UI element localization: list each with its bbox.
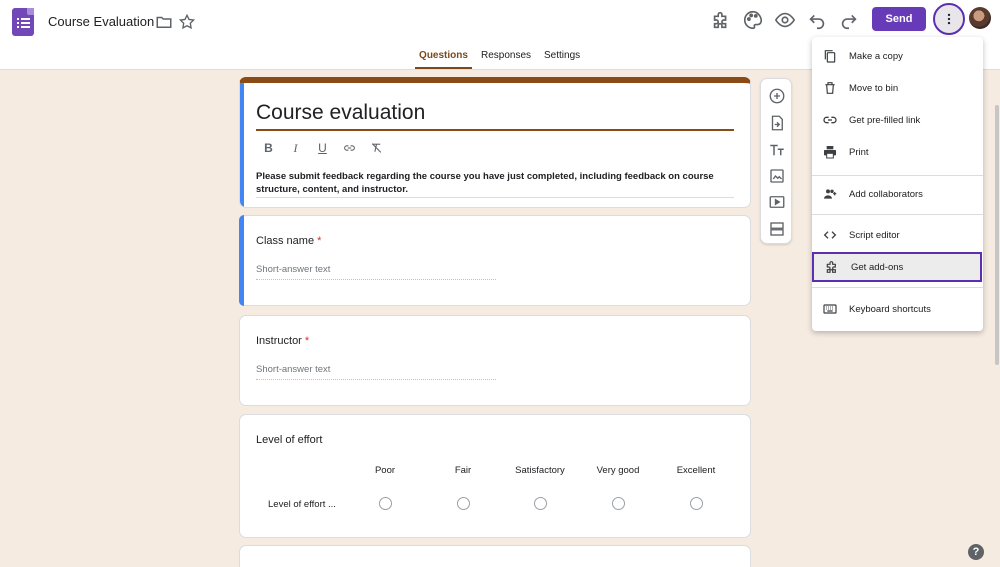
bold-button[interactable]: B (262, 141, 275, 155)
copy-icon (824, 50, 836, 63)
grid-radio-excellent[interactable] (690, 497, 703, 510)
title-underline (256, 129, 734, 131)
add-image-icon[interactable] (768, 167, 786, 185)
grid-radio-fair[interactable] (457, 497, 470, 510)
menu-divider (812, 175, 983, 176)
question-card-instructor[interactable]: Instructor * Short-answer text (239, 315, 751, 406)
menu-item-print[interactable]: Print (812, 137, 983, 167)
puzzle-icon (826, 261, 836, 273)
more-options-button[interactable] (933, 3, 965, 35)
trash-icon (825, 82, 835, 94)
grid-column-header: Very good (596, 465, 640, 476)
printer-icon (824, 146, 836, 159)
star-icon[interactable] (178, 13, 196, 31)
required-asterisk: * (317, 235, 322, 247)
add-video-icon[interactable] (768, 193, 786, 211)
add-question-icon[interactable] (768, 87, 786, 105)
question-title: Class name * (256, 235, 322, 247)
grid-radio-very-good[interactable] (612, 497, 625, 510)
add-people-icon (824, 189, 837, 199)
question-card-level-of-effort[interactable]: Level of effort Poor Fair Satisfactory V… (239, 414, 751, 538)
preview-eye-icon[interactable] (774, 9, 796, 31)
question-card-class-name[interactable]: Class name * Short-answer text (239, 215, 751, 306)
description-underline (256, 197, 734, 198)
help-icon[interactable]: ? (968, 544, 984, 560)
menu-item-get-pre-filled-link[interactable]: Get pre-filled link (812, 105, 983, 135)
underline-button[interactable]: U (316, 141, 329, 155)
keyboard-icon (823, 304, 837, 314)
tab-settings[interactable]: Settings (544, 50, 580, 69)
side-toolbar (760, 78, 792, 244)
scrollbar[interactable] (995, 105, 999, 365)
add-title-icon[interactable] (768, 141, 786, 159)
more-options-menu: Make a copy Move to bin Get pre-filled l… (812, 37, 983, 331)
active-card-indicator (240, 83, 244, 207)
grid-row-label: Level of effort ... (268, 499, 336, 510)
clear-formatting-icon[interactable] (370, 141, 383, 155)
menu-item-get-add-ons[interactable]: Get add-ons (812, 252, 982, 282)
avatar[interactable] (969, 7, 991, 29)
short-answer-input[interactable]: Short-answer text (256, 364, 496, 380)
menu-item-keyboard-shortcuts[interactable]: Keyboard shortcuts (812, 294, 983, 324)
folder-icon[interactable] (155, 13, 173, 31)
menu-item-add-collaborators[interactable]: Add collaborators (812, 179, 983, 209)
send-button[interactable]: Send (872, 7, 926, 31)
italic-button[interactable]: I (289, 141, 302, 155)
grid-column-header: Excellent (676, 465, 716, 476)
more-vertical-icon (947, 13, 951, 25)
import-questions-icon[interactable] (768, 114, 786, 132)
menu-item-make-a-copy[interactable]: Make a copy (812, 41, 983, 71)
short-answer-input[interactable]: Short-answer text (256, 264, 496, 280)
required-asterisk: * (304, 335, 310, 347)
add-section-icon[interactable] (768, 220, 786, 238)
menu-item-move-to-bin[interactable]: Move to bin (812, 73, 983, 103)
grid-radio-satisfactory[interactable] (534, 497, 547, 510)
form-description[interactable]: Please submit feedback regarding the cou… (256, 170, 734, 196)
format-toolbar: B I U (262, 141, 383, 155)
form-title[interactable]: Course evaluation (256, 101, 425, 125)
form-title-card[interactable]: Course evaluation B I U Please submit fe… (239, 77, 751, 208)
addons-puzzle-icon[interactable] (710, 9, 732, 31)
question-title: Level of effort (256, 434, 323, 446)
tab-responses[interactable]: Responses (481, 50, 531, 69)
question-card-next[interactable] (239, 545, 751, 567)
document-title[interactable]: Course Evaluation (48, 14, 154, 29)
question-title: Instructor * (256, 335, 310, 347)
menu-item-script-editor[interactable]: Script editor (812, 220, 983, 250)
palette-icon[interactable] (742, 9, 764, 31)
undo-icon[interactable] (806, 9, 828, 31)
grid-column-header: Poor (374, 465, 396, 476)
code-icon (823, 231, 837, 239)
forms-logo-icon[interactable] (12, 8, 34, 36)
grid-radio-poor[interactable] (379, 497, 392, 510)
grid-column-header: Satisfactory (515, 465, 565, 476)
active-card-indicator (239, 215, 244, 306)
link-icon[interactable] (343, 141, 356, 155)
tab-questions[interactable]: Questions (415, 50, 472, 69)
redo-icon[interactable] (838, 9, 860, 31)
menu-divider (812, 287, 983, 288)
link-icon (823, 116, 837, 124)
grid-column-header: Fair (454, 465, 472, 476)
menu-divider (812, 214, 983, 215)
